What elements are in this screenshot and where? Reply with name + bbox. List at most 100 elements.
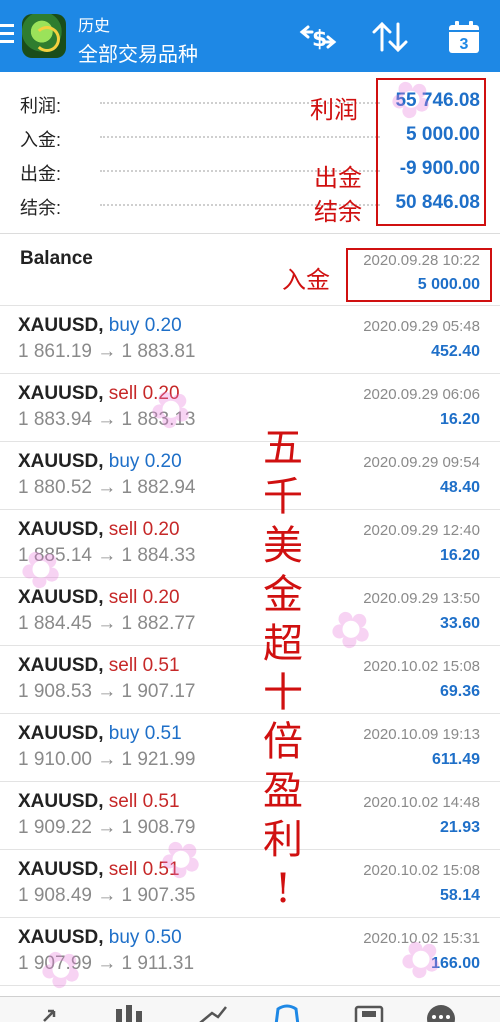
deal-side: sell 0.51 bbox=[108, 859, 180, 880]
deal-symbol-line: XAUUSD, sell 0.20 bbox=[18, 587, 180, 609]
more-icon[interactable] bbox=[424, 1003, 458, 1022]
deal-date: 2020.10.02 15:08 bbox=[363, 862, 480, 879]
deal-prices: 1 880.52 → 1 882.94 bbox=[18, 477, 196, 498]
history-icon[interactable] bbox=[270, 1003, 304, 1022]
deal-symbol: XAUUSD, bbox=[18, 315, 104, 336]
annotation-char: 五 bbox=[263, 425, 303, 471]
annotation-char: 倍 bbox=[263, 719, 303, 765]
deal-symbol-line: XAUUSD, buy 0.51 bbox=[18, 723, 182, 745]
deal-symbol: XAUUSD, bbox=[18, 451, 104, 472]
deal-profit: 452.40 bbox=[431, 343, 480, 360]
deal-symbol: XAUUSD, bbox=[18, 519, 104, 540]
deal-symbol: XAUUSD, bbox=[18, 723, 104, 744]
app-bar: 历史 全部交易品种 $ 3 bbox=[0, 0, 500, 72]
menu-icon[interactable] bbox=[0, 24, 14, 46]
deal-side: buy 0.20 bbox=[108, 451, 182, 472]
summary-label: 出金: bbox=[20, 164, 62, 184]
deal-prices: 1 908.53 → 1 907.17 bbox=[18, 681, 196, 702]
deal-row[interactable]: XAUUSD, sell 0.20 1 884.45 → 1 882.77 20… bbox=[0, 578, 500, 646]
deal-profit: 21.93 bbox=[439, 819, 480, 836]
annotation-char: 超 bbox=[263, 621, 303, 667]
deal-side: sell 0.51 bbox=[108, 791, 180, 812]
deal-date: 2020.09.29 12:40 bbox=[363, 522, 480, 539]
deal-row[interactable]: XAUUSD, sell 0.20 1 885.14 → 1 884.33 20… bbox=[0, 510, 500, 578]
deal-prices: 1 907.99 → 1 911.31 bbox=[18, 953, 195, 974]
annotation-char: 千 bbox=[263, 474, 303, 520]
news-icon[interactable] bbox=[352, 1003, 386, 1022]
annotation-balance: 结余 bbox=[314, 198, 362, 226]
deal-symbol-line: XAUUSD, sell 0.20 bbox=[18, 519, 180, 541]
header-title[interactable]: 全部交易品种 bbox=[78, 38, 198, 67]
trade-icon[interactable] bbox=[196, 1003, 230, 1022]
deal-side: buy 0.50 bbox=[108, 927, 182, 948]
chart-icon[interactable] bbox=[112, 1003, 146, 1022]
deal-prices: 1 885.14 → 1 884.33 bbox=[18, 545, 196, 566]
deal-row[interactable]: XAUUSD, buy 0.51 1 910.00 → 1 921.99 202… bbox=[0, 714, 500, 782]
summary-panel: 利润: 55 746.08 入金: 5 000.00 出金: -9 900.00… bbox=[0, 72, 500, 234]
deal-side: sell 0.51 bbox=[108, 655, 180, 676]
deal-profit: 48.40 bbox=[439, 479, 480, 496]
deal-symbol-line: XAUUSD, sell 0.51 bbox=[18, 791, 180, 813]
annotation-profit: 利润 bbox=[310, 96, 358, 124]
deal-prices: 1 861.19 → 1 883.81 bbox=[18, 341, 196, 362]
annotation-char: 利 bbox=[263, 817, 303, 863]
deal-symbol-line: XAUUSD, sell 0.51 bbox=[18, 655, 180, 677]
svg-text:$: $ bbox=[312, 27, 327, 52]
deal-row[interactable]: XAUUSD, sell 0.20 1 883.94 → 1 883.13 20… bbox=[0, 374, 500, 442]
dotted-leader bbox=[100, 136, 380, 138]
deal-date: 2020.10.02 14:48 bbox=[363, 794, 480, 811]
highlight-box bbox=[346, 248, 492, 302]
app-logo bbox=[22, 14, 66, 58]
deal-prices: 1 910.00 → 1 921.99 bbox=[18, 749, 196, 770]
deal-date: 2020.09.29 09:54 bbox=[363, 454, 480, 471]
deal-prices: 1 908.49 → 1 907.35 bbox=[18, 885, 196, 906]
calendar-day: 3 bbox=[460, 36, 469, 53]
deal-prices: 1 909.22 → 1 908.79 bbox=[18, 817, 196, 838]
calendar-icon[interactable]: 3 bbox=[446, 20, 482, 54]
deal-symbol: XAUUSD, bbox=[18, 655, 104, 676]
deal-side: sell 0.20 bbox=[108, 519, 180, 540]
deal-date: 2020.10.09 19:13 bbox=[363, 726, 480, 743]
deal-profit: 16.20 bbox=[439, 411, 480, 428]
deal-symbol: XAUUSD, bbox=[18, 859, 104, 880]
deal-symbol-line: XAUUSD, sell 0.51 bbox=[18, 859, 180, 881]
balance-row[interactable]: Balance 2020.09.28 10:22 5 000.00 入金 bbox=[0, 234, 500, 306]
summary-label: 入金: bbox=[20, 130, 62, 150]
deal-side: buy 0.20 bbox=[108, 315, 182, 336]
deal-row[interactable]: XAUUSD, sell 0.51 1 908.49 → 1 907.35 20… bbox=[0, 850, 500, 918]
quotes-icon[interactable] bbox=[38, 1003, 72, 1022]
deal-row[interactable]: XAUUSD, sell 0.51 1 908.53 → 1 907.17 20… bbox=[0, 646, 500, 714]
deal-symbol: XAUUSD, bbox=[18, 587, 104, 608]
annotation-deposit: 入金 bbox=[282, 266, 330, 294]
deal-row[interactable]: XAUUSD, sell 0.51 1 909.22 → 1 908.79 20… bbox=[0, 782, 500, 850]
deal-profit: 16.20 bbox=[439, 547, 480, 564]
deal-side: sell 0.20 bbox=[108, 383, 180, 404]
bottom-nav bbox=[0, 996, 500, 1022]
deal-side: buy 0.51 bbox=[108, 723, 182, 744]
annotation-headline: 五 千 美 金 超 十 倍 盈 利 ! bbox=[258, 424, 308, 914]
deal-prices: 1 883.94 → 1 883.13 bbox=[18, 409, 196, 430]
header-subtitle: 历史 bbox=[78, 18, 111, 35]
sort-icon[interactable] bbox=[370, 20, 410, 54]
deal-date: 2020.10.02 15:08 bbox=[363, 658, 480, 675]
deal-symbol: XAUUSD, bbox=[18, 791, 104, 812]
deal-symbol-line: XAUUSD, sell 0.20 bbox=[18, 383, 180, 405]
deal-date: 2020.09.29 05:48 bbox=[363, 318, 480, 335]
annotation-char: 盈 bbox=[263, 768, 303, 814]
deal-side: sell 0.20 bbox=[108, 587, 180, 608]
deal-row[interactable]: XAUUSD, buy 0.20 1 880.52 → 1 882.94 202… bbox=[0, 442, 500, 510]
deal-symbol-line: XAUUSD, buy 0.50 bbox=[18, 927, 182, 949]
deal-row[interactable]: XAUUSD, buy 0.50 1 907.99 → 1 911.31 202… bbox=[0, 918, 500, 986]
deal-profit: 69.36 bbox=[439, 683, 480, 700]
deal-profit: 166.00 bbox=[431, 955, 480, 972]
summary-label: 结余: bbox=[20, 198, 62, 218]
annotation-char: ! bbox=[274, 866, 292, 912]
exchange-icon[interactable]: $ bbox=[298, 20, 338, 54]
deal-symbol-line: XAUUSD, buy 0.20 bbox=[18, 315, 182, 337]
balance-title: Balance bbox=[20, 248, 93, 269]
deal-row[interactable]: XAUUSD, buy 0.20 1 861.19 → 1 883.81 202… bbox=[0, 306, 500, 374]
deal-date: 2020.09.29 13:50 bbox=[363, 590, 480, 607]
deal-symbol-line: XAUUSD, buy 0.20 bbox=[18, 451, 182, 473]
deal-date: 2020.09.29 06:06 bbox=[363, 386, 480, 403]
highlight-box bbox=[376, 78, 486, 226]
